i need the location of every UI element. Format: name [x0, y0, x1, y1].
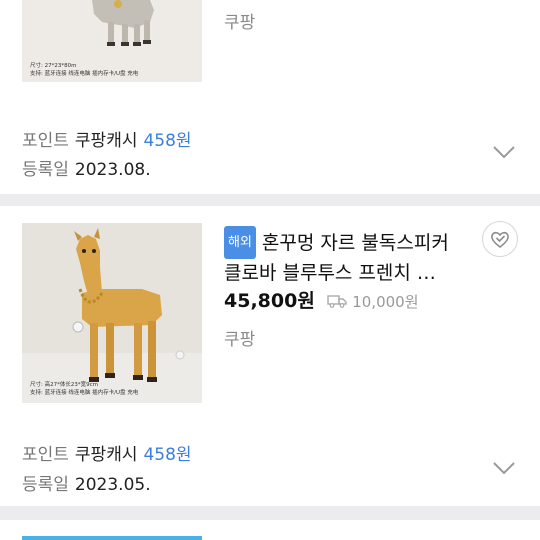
seller-name: 쿠팡	[224, 330, 256, 350]
registered-date-label: 등록일	[22, 160, 69, 180]
price-row: 45,800원 10,000원	[224, 286, 419, 313]
chevron-down-icon[interactable]	[492, 144, 516, 160]
product-title-line-2: 클로바 블루투스 프렌치 …	[224, 262, 436, 284]
product-spec-caption: 尺寸: 27*23*80m 支持: 蓝牙连接 线连电脑 插内存卡/U盘 充电	[30, 63, 139, 77]
listing-meta-1: 포인트 쿠팡캐시 458원 등록일 2023.08.	[0, 106, 540, 194]
shipping-fee-value: 10,000원	[352, 293, 419, 311]
registered-date-row: 등록일 2023.05.	[22, 470, 151, 495]
points-label: 포인트	[22, 131, 69, 151]
registered-date-label: 등록일	[22, 475, 69, 495]
points-label: 포인트	[22, 445, 69, 465]
registered-date-value: 2023.05.	[74, 475, 151, 495]
alpaca-figure-image	[22, 223, 202, 403]
cash-points-value: 458원	[143, 445, 192, 465]
coupang-cash-label: 쿠팡캐시	[74, 445, 138, 465]
coupang-cash-label: 쿠팡캐시	[74, 131, 138, 151]
registered-date-value: 2023.08.	[74, 160, 151, 180]
seller-name: 쿠팡	[224, 13, 256, 33]
cash-points-row: 포인트 쿠팡캐시 458원	[22, 126, 192, 151]
product-price: 45,800원	[224, 290, 315, 312]
product-image-1[interactable]: 尺寸: 27*23*80m 支持: 蓝牙连接 线连电脑 插内存卡/U盘 充电	[22, 0, 202, 82]
cash-points-value: 458원	[143, 131, 192, 151]
overseas-badge: 해외	[224, 226, 256, 259]
listing-card-1[interactable]: 尺寸: 27*23*80m 支持: 蓝牙连接 线连电脑 插内存卡/U盘 充电 쿠…	[0, 0, 540, 106]
cash-points-row: 포인트 쿠팡캐시 458원	[22, 440, 192, 465]
chevron-down-icon[interactable]	[492, 460, 516, 476]
listing-meta-2: 포인트 쿠팡캐시 458원 등록일 2023.05.	[0, 424, 540, 506]
wishlist-button[interactable]	[482, 221, 518, 257]
section-divider	[0, 506, 540, 520]
product-image-3[interactable]	[22, 536, 202, 540]
product-image-2[interactable]: 尺寸: 高27*体长23*宽9cm 支持: 蓝牙连接 线连电脑 插内存卡/U盘 …	[22, 223, 202, 403]
listing-card-2[interactable]: 尺寸: 高27*体长23*宽9cm 支持: 蓝牙连接 线连电脑 插内存卡/U盘 …	[0, 206, 540, 424]
registered-date-row: 등록일 2023.08.	[22, 155, 151, 180]
heart-check-icon	[491, 231, 509, 249]
product-title-line-1: 혼꾸멍 자르 불독스피커	[261, 232, 449, 254]
product-spec-caption: 尺寸: 高27*体长23*宽9cm 支持: 蓝牙连接 线连电脑 插内存卡/U盘 …	[30, 382, 139, 396]
shipping-fee: 10,000원	[327, 293, 419, 311]
truck-icon	[327, 295, 348, 308]
section-divider	[0, 194, 540, 206]
product-title[interactable]: 해외 혼꾸멍 자르 불독스피커 클로바 블루투스 프렌치 …	[224, 226, 474, 288]
